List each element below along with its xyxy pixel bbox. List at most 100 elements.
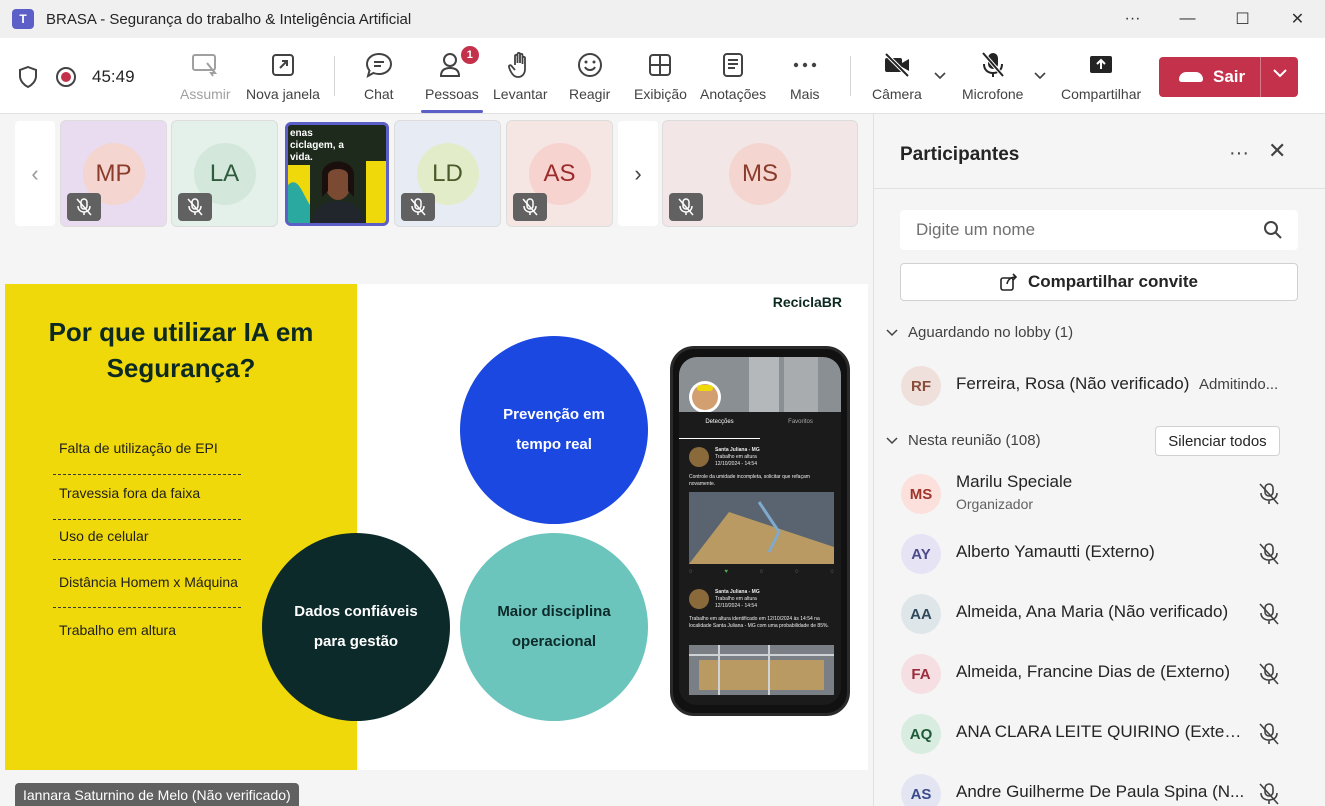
heart-icon: ♥ [724, 569, 728, 575]
participant-row[interactable]: FA Almeida, Francine Dias de (Externo) [874, 644, 1325, 704]
leave-options-chevron-icon[interactable] [1272, 66, 1288, 83]
avatar: AQ [901, 714, 941, 754]
panel-close-icon[interactable]: ✕ [1268, 138, 1286, 164]
lobby-section-header[interactable]: Aguardando no lobby (1) [886, 324, 1073, 341]
people-icon: 1 [439, 46, 479, 80]
pop-out-icon [271, 50, 295, 80]
avatar: MS [901, 474, 941, 514]
avatar: RF [901, 366, 941, 406]
participant-tile[interactable]: MP [60, 120, 167, 227]
participant-row[interactable]: AQ ANA CLARA LEITE QUIRINO (Externo) [874, 704, 1325, 764]
participant-name: Almeida, Ana Maria (Não verificado) [956, 602, 1229, 621]
phone-post-image [689, 492, 834, 564]
react-button[interactable]: Reagir [569, 50, 610, 102]
phone-tabs: Detecções Favoritos [679, 419, 841, 439]
participant-tile[interactable]: AS [506, 120, 613, 227]
participant-row[interactable]: AA Almeida, Ana Maria (Não verificado) [874, 584, 1325, 644]
leave-button[interactable]: Sair [1159, 57, 1298, 97]
participant-name: Ferreira, Rosa (Não verificado) [956, 374, 1190, 393]
chevron-down-icon [886, 326, 898, 340]
avatar: AY [901, 534, 941, 574]
meeting-toolbar: 45:49 Assumir Nova janela Chat 1 Pessoas… [0, 38, 1325, 114]
participant-row[interactable]: AY Alberto Yamautti (Externo) [874, 524, 1325, 584]
avatar: FA [901, 654, 941, 694]
chevron-right-icon: › [634, 160, 642, 186]
more-button[interactable]: Mais [790, 50, 820, 102]
raise-hand-button[interactable]: Levantar [493, 50, 547, 102]
camera-button[interactable]: Câmera [872, 50, 922, 102]
close-window-button[interactable]: ✕ [1270, 0, 1325, 38]
mic-muted-icon [178, 193, 212, 221]
chat-button[interactable]: Chat [364, 50, 394, 102]
shared-presentation-slide[interactable]: Por que utilizar IA em Segurança? Falta … [5, 284, 868, 770]
shield-icon[interactable] [18, 66, 38, 88]
share-screen-button[interactable]: Compartilhar [1061, 50, 1141, 102]
assumir-button[interactable]: Assumir [180, 50, 231, 102]
participant-tile[interactable]: MS [662, 120, 858, 227]
list-item: Uso de celular [53, 520, 241, 560]
notes-icon [722, 50, 744, 80]
mic-muted-icon [513, 193, 547, 221]
take-control-icon [191, 50, 219, 80]
window-more-button[interactable]: ··· [1105, 0, 1160, 38]
grid-icon [648, 50, 672, 80]
search-icon[interactable] [1263, 220, 1283, 240]
panel-title: Participantes [900, 144, 1020, 165]
next-participants-button[interactable]: › [618, 121, 658, 226]
maximize-button[interactable]: ☐ [1215, 0, 1270, 38]
speaker-name-tag: Iannara Saturnino de Melo (Não verificad… [15, 783, 299, 806]
circle-disciplina: Maior disciplina operacional [460, 533, 648, 721]
mic-muted-icon[interactable] [1258, 662, 1280, 686]
notes-button[interactable]: Anotações [700, 50, 766, 102]
mic-muted-icon [67, 193, 101, 221]
share-invite-button[interactable]: Compartilhar convite [900, 263, 1298, 301]
minimize-button[interactable]: — [1160, 0, 1215, 38]
circle-dados: Dados confiáveis para gestão [262, 533, 450, 721]
participant-row[interactable]: MS Marilu Speciale Organizador [874, 464, 1325, 524]
camera-off-icon [883, 50, 911, 80]
participant-tile[interactable]: LA [171, 120, 278, 227]
participant-tile[interactable]: LD [394, 120, 501, 227]
list-item: Travessia fora da faixa [53, 475, 241, 520]
mic-muted-icon[interactable] [1258, 482, 1280, 506]
meeting-section-header[interactable]: Nesta reunião (108) [886, 432, 1041, 449]
participant-name: ANA CLARA LEITE QUIRINO (Externo) [956, 722, 1246, 741]
chevron-down-icon [886, 434, 898, 448]
new-window-button[interactable]: Nova janela [246, 50, 320, 102]
phone-post: Santa Juliana - MG Trabalho em altura 12… [689, 447, 810, 487]
mic-muted-icon[interactable] [1258, 542, 1280, 566]
settings-icon: ◌ [830, 569, 834, 575]
avatar: AS [901, 774, 941, 806]
active-speaker-video-tile[interactable]: enas ciclagem, a vida. [285, 122, 389, 226]
lobby-participant-row[interactable]: RF Ferreira, Rosa (Não verificado) Admit… [874, 356, 1325, 416]
panel-more-icon[interactable]: ··· [1229, 142, 1249, 165]
phone-post: Santa Juliana - MG Trabalho em altura 12… [689, 589, 829, 629]
chat-icon [365, 50, 393, 80]
participant-row[interactable]: AS Andre Guilherme De Paula Spina (N... [874, 764, 1325, 806]
people-badge: 1 [460, 46, 479, 64]
circle-prevencao: Prevenção em tempo real [460, 336, 648, 524]
list-item: Distância Homem x Máquina [53, 560, 241, 608]
mic-options-chevron-icon[interactable] [1033, 68, 1047, 84]
search-participants-input[interactable] [900, 210, 1298, 250]
phone-mockup: Detecções Favoritos Santa Juliana - MG T… [670, 346, 850, 716]
chevron-left-icon: ‹ [31, 160, 39, 186]
mic-muted-icon[interactable] [1258, 782, 1280, 806]
hang-up-icon [1179, 72, 1203, 82]
window-title: BRASA - Segurança do trabalho & Inteligê… [46, 10, 412, 28]
slide-bullet-list: Falta de utilização de EPI Travessia for… [53, 430, 241, 653]
mute-all-button[interactable]: Silenciar todos [1155, 426, 1280, 456]
dislike-icon: ◌ [759, 569, 764, 575]
avatar: MS [729, 142, 791, 205]
people-button[interactable]: 1 Pessoas [421, 46, 483, 113]
microphone-button[interactable]: Microfone [962, 50, 1023, 102]
phone-header-image [679, 357, 841, 413]
previous-participants-button[interactable]: ‹ [15, 121, 55, 226]
share-icon: ◌ [795, 569, 799, 575]
mic-muted-icon[interactable] [1258, 602, 1280, 626]
view-button[interactable]: Exibição [634, 50, 687, 102]
camera-options-chevron-icon[interactable] [933, 68, 947, 84]
participant-role: Organizador [956, 496, 1034, 512]
teams-logo-icon: T [12, 9, 34, 29]
mic-muted-icon[interactable] [1258, 722, 1280, 746]
